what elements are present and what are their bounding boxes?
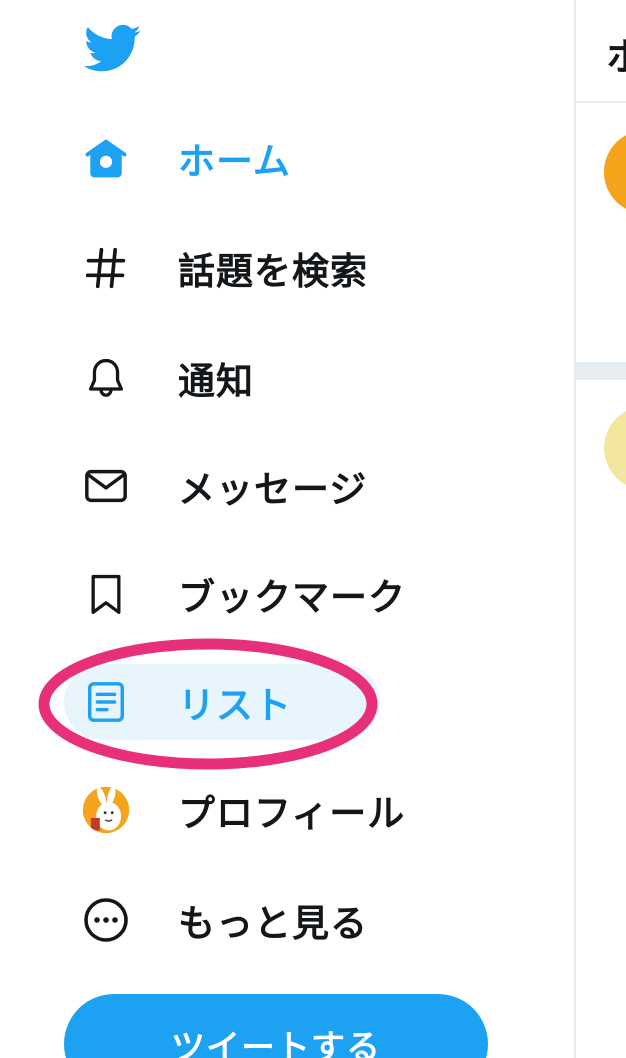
bell-icon	[82, 354, 130, 402]
sidebar-item-messages[interactable]: メッセージ	[64, 448, 407, 524]
sidebar-item-bookmarks[interactable]: ブックマーク	[64, 556, 446, 632]
sidebar-item-label: 通知	[178, 360, 254, 403]
section-separator	[576, 362, 626, 380]
page-title: ホ	[606, 35, 626, 79]
list-icon	[82, 678, 130, 726]
twitter-logo-icon[interactable]	[83, 24, 142, 74]
avatar	[82, 786, 130, 834]
sidebar-item-label: プロフィール	[178, 792, 406, 835]
sidebar-item-label: もっと見る	[178, 902, 368, 945]
tweet-button-label: ツイートする	[171, 1028, 381, 1058]
sidebar-item-label: メッセージ	[178, 468, 368, 511]
avatar[interactable]	[604, 130, 626, 214]
sidebar-item-label: リスト	[178, 684, 292, 727]
sidebar-item-label: ブックマーク	[178, 576, 406, 619]
sidebar-item-explore[interactable]: 話題を検索	[64, 230, 408, 306]
more-icon	[82, 896, 130, 944]
tweet-button[interactable]: ツイートする	[64, 994, 488, 1058]
sidebar-item-profile[interactable]: プロフィール	[64, 772, 445, 848]
bookmark-icon	[82, 570, 130, 618]
hashtag-icon	[82, 244, 130, 292]
header-divider	[576, 101, 626, 103]
sidebar-item-label: ホーム	[178, 140, 291, 183]
sidebar-item-notifications[interactable]: 通知	[64, 340, 294, 416]
home-icon	[82, 134, 130, 182]
sidebar-item-home[interactable]: ホーム	[64, 120, 331, 196]
sidebar-nav: ホーム 話題を検索 通知 メッセージ ブックマーク リスト プロフィール もっと…	[0, 0, 575, 1058]
avatar[interactable]	[604, 406, 626, 490]
sidebar-item-lists[interactable]: リスト	[64, 664, 380, 740]
sidebar-item-label: 話題を検索	[178, 250, 368, 293]
mail-icon	[82, 462, 130, 510]
timeline-column: ホ	[576, 0, 626, 1058]
twitter-page: ホーム 話題を検索 通知 メッセージ ブックマーク リスト プロフィール もっと…	[0, 0, 626, 1058]
sidebar-item-more[interactable]: もっと見る	[64, 882, 408, 958]
